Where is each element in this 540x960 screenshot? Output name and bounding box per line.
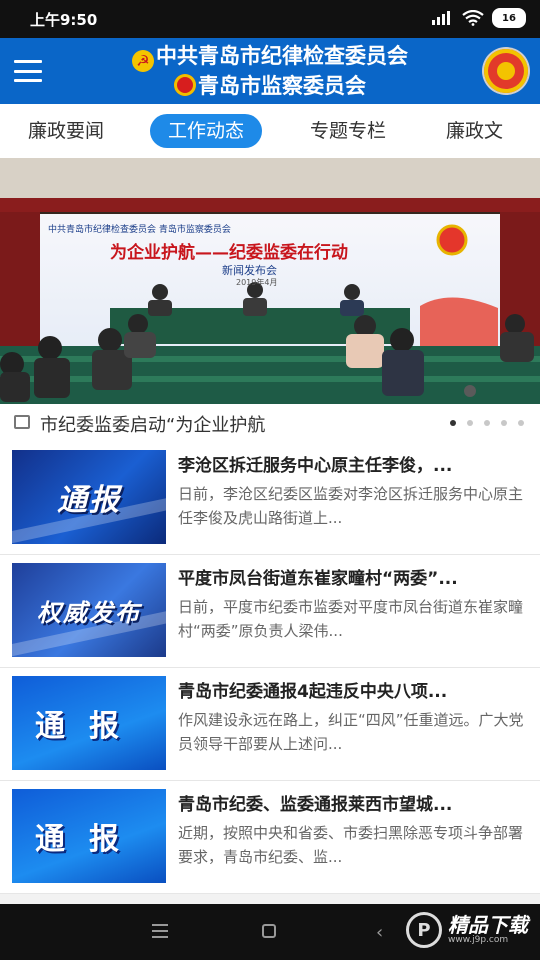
news-title: 青岛市纪委、监委通报莱西市望城... bbox=[178, 795, 453, 815]
image-icon bbox=[14, 415, 30, 429]
menu-icon[interactable] bbox=[14, 60, 42, 82]
news-thumbnail: 通报 bbox=[12, 450, 166, 544]
news-summary: 日前，李沧区纪委区监委对李沧区拆迁服务中心原主任李俊及虎山路街道上... bbox=[178, 485, 524, 527]
app-header: ☭ 中共青岛市纪律检查委员会 青岛市监察委员会 bbox=[0, 38, 540, 104]
news-title: 李沧区拆迁服务中心原主任李俊，... bbox=[178, 456, 453, 476]
signal-icon bbox=[432, 11, 450, 25]
banner-org-text: 中共青岛市纪律检查委员会 青岛市监察委员会 bbox=[48, 225, 231, 235]
carousel-dot bbox=[518, 420, 524, 426]
news-thumbnail-text: 通报 bbox=[35, 822, 143, 857]
news-thumbnail-text: 通报 bbox=[35, 709, 143, 744]
news-title: 青岛市纪委通报4起违反中央八项... bbox=[178, 682, 448, 702]
discipline-logo-icon[interactable] bbox=[484, 49, 528, 93]
news-thumbnail: 权威发布 bbox=[12, 563, 166, 657]
status-icons: 16 bbox=[432, 8, 526, 28]
carousel-dot bbox=[467, 420, 473, 426]
watermark-logo-icon: P bbox=[406, 912, 442, 948]
watermark: P 精品下载 www.j9p.com bbox=[406, 912, 528, 948]
status-bar: 上午9:50 16 bbox=[0, 0, 540, 38]
news-summary: 作风建设永远在路上，纠正“四风”任重道远。广大党员领导干部要从上述问... bbox=[178, 711, 524, 753]
national-emblem-icon bbox=[174, 74, 196, 96]
carousel-dot bbox=[501, 420, 507, 426]
carousel-indicator bbox=[450, 420, 524, 426]
banner-caption[interactable]: 市纪委监委启动“为企业护航 bbox=[0, 404, 540, 443]
watermark-brand: 精品下载 bbox=[448, 913, 528, 937]
tab-lianzheng-culture[interactable]: 廉政文 bbox=[446, 114, 503, 148]
home-icon[interactable] bbox=[262, 924, 276, 938]
news-item[interactable]: 通报 青岛市纪委通报4起违反中央八项... 作风建设永远在路上，纠正“四风”任重… bbox=[0, 668, 540, 781]
news-summary: 近期，按照中央和省委、市委扫黑除恶专项斗争部署要求，青岛市纪委、监... bbox=[178, 824, 524, 866]
tab-lianzheng-news[interactable]: 廉政要闻 bbox=[28, 114, 104, 148]
status-time: 上午9:50 bbox=[30, 11, 98, 29]
category-tabs: 廉政要闻 工作动态 专题专栏 廉政文 bbox=[0, 104, 540, 158]
recent-apps-icon[interactable] bbox=[152, 924, 168, 938]
news-thumbnail-text: 权威发布 bbox=[37, 598, 141, 627]
news-thumbnail: 通报 bbox=[12, 789, 166, 883]
back-icon[interactable]: ‹ bbox=[376, 922, 383, 943]
header-title: ☭ 中共青岛市纪律检查委员会 青岛市监察委员会 bbox=[70, 42, 470, 101]
news-item[interactable]: 通报 青岛市纪委、监委通报莱西市望城... 近期，按照中央和省委、市委扫黑除恶专… bbox=[0, 781, 540, 894]
news-item[interactable]: 通报 李沧区拆迁服务中心原主任李俊，... 日前，李沧区纪委区监委对李沧区拆迁服… bbox=[0, 442, 540, 555]
header-title-line2: 青岛市监察委员会 bbox=[198, 74, 366, 98]
banner-carousel[interactable]: 中共青岛市纪律检查委员会 青岛市监察委员会 为企业护航——纪委监委在行动 新闻发… bbox=[0, 158, 540, 404]
news-summary: 日前，平度市纪委市监委对平度市凤台街道东崔家疃村“两委”原负责人梁伟... bbox=[178, 598, 524, 640]
news-title: 平度市凤台街道东崔家疃村“两委”... bbox=[178, 569, 458, 589]
banner-date-text: 2019年4月 bbox=[236, 278, 278, 287]
system-nav-bar: ‹ P 精品下载 www.j9p.com bbox=[0, 904, 540, 960]
wifi-icon bbox=[462, 10, 484, 26]
news-thumbnail-text: 通报 bbox=[57, 483, 121, 518]
banner-subtitle-text: 新闻发布会 bbox=[222, 264, 277, 277]
carousel-dot bbox=[484, 420, 490, 426]
battery-icon: 16 bbox=[492, 8, 526, 28]
news-thumbnail: 通报 bbox=[12, 676, 166, 770]
banner-headline-text: 为企业护航——纪委监委在行动 bbox=[110, 243, 348, 263]
header-title-line1: 中共青岛市纪律检查委员会 bbox=[156, 44, 408, 68]
tab-special-topics[interactable]: 专题专栏 bbox=[310, 114, 386, 148]
tab-work-updates[interactable]: 工作动态 bbox=[150, 114, 263, 148]
carousel-dot bbox=[450, 420, 456, 426]
banner-caption-text: 市纪委监委启动“为企业护航 bbox=[40, 415, 266, 436]
party-emblem-icon: ☭ bbox=[132, 50, 154, 72]
news-item[interactable]: 权威发布 平度市凤台街道东崔家疃村“两委”... 日前，平度市纪委市监委对平度市… bbox=[0, 555, 540, 668]
